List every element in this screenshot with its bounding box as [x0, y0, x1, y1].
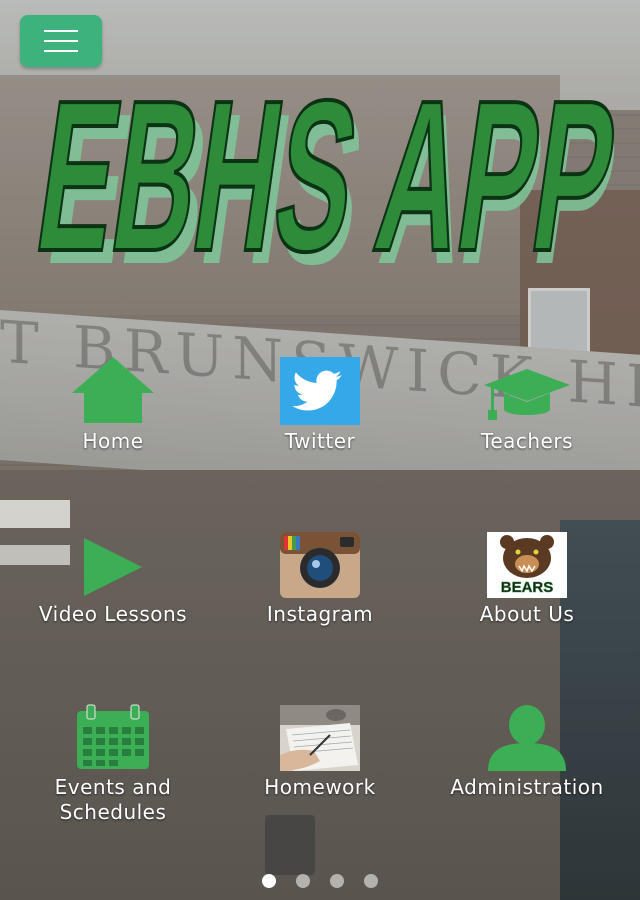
video-lessons-label: Video Lessons	[38, 602, 188, 626]
svg-text:EBHS APP: EBHS APP	[25, 55, 629, 290]
administration-tile[interactable]: Administration	[427, 701, 627, 800]
events-schedules-label: Events and Schedules	[54, 775, 172, 824]
hamburger-icon	[44, 30, 78, 32]
twitter-label: Twitter	[284, 429, 356, 453]
bears-logo-icon: BEARS	[427, 528, 627, 598]
instagram-label: Instagram	[266, 602, 374, 626]
bears-logo-text: BEARS	[501, 579, 554, 596]
graduation-cap-icon	[427, 355, 627, 425]
person-icon	[427, 701, 627, 771]
instagram-tile[interactable]: Instagram	[220, 528, 420, 627]
teachers-tile[interactable]: Teachers	[427, 355, 627, 454]
page-dot-4[interactable]	[364, 874, 378, 888]
menu-button[interactable]	[20, 15, 102, 67]
home-label: Home	[82, 429, 144, 453]
video-lessons-tile[interactable]: Video Lessons	[13, 528, 213, 627]
page-dot-3[interactable]	[330, 874, 344, 888]
house-icon	[13, 355, 213, 425]
page-indicator	[0, 874, 640, 888]
page-dot-2[interactable]	[296, 874, 310, 888]
home-tile[interactable]: Home	[13, 355, 213, 454]
homework-label: Homework	[264, 775, 376, 799]
play-icon	[13, 528, 213, 598]
about-us-tile[interactable]: BEARS About Us	[427, 528, 627, 627]
twitter-tile[interactable]: Twitter	[220, 355, 420, 454]
events-schedules-tile[interactable]: Events and Schedules	[13, 701, 213, 825]
page-dot-1[interactable]	[262, 874, 276, 888]
homework-tile[interactable]: Homework	[220, 701, 420, 800]
calendar-icon	[13, 701, 213, 771]
administration-label: Administration	[450, 775, 604, 799]
about-us-label: About Us	[479, 602, 575, 626]
homework-photo-icon	[220, 701, 420, 771]
teachers-label: Teachers	[481, 429, 573, 453]
twitter-bird-icon	[220, 355, 420, 425]
instagram-camera-icon	[220, 528, 420, 598]
